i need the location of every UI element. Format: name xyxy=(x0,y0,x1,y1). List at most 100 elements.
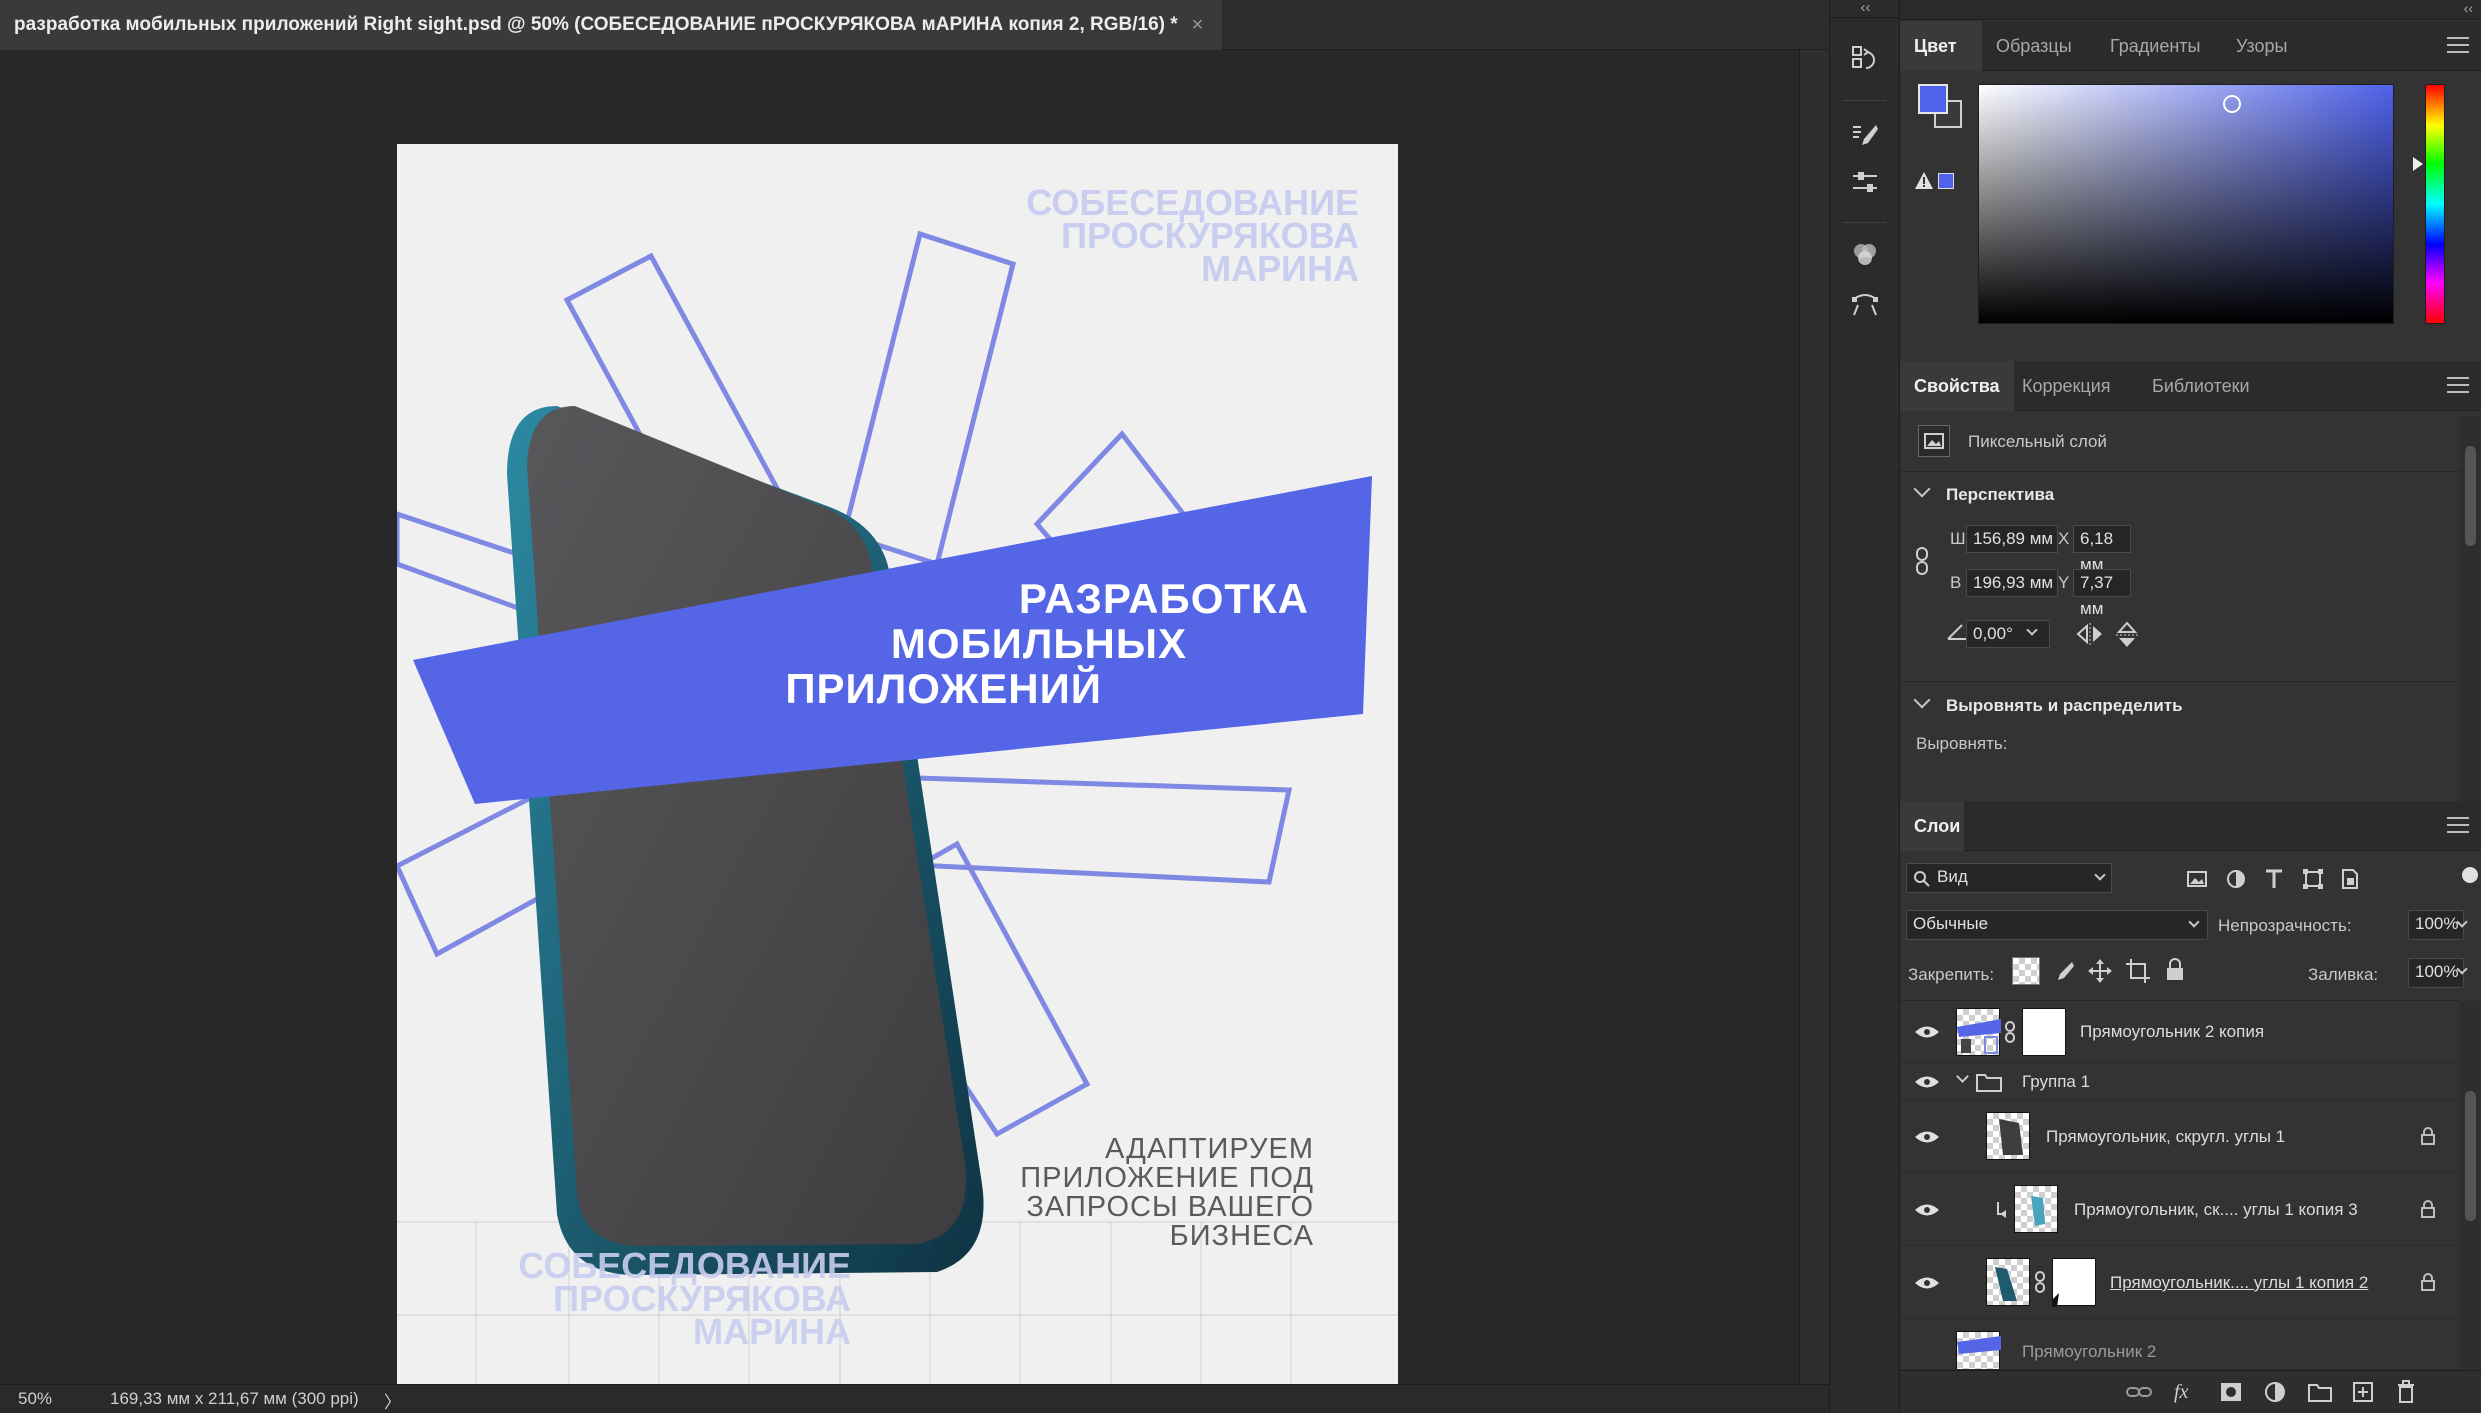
link-proportions-icon[interactable] xyxy=(1914,546,1932,576)
tab-color[interactable]: Цвет xyxy=(1900,21,1982,71)
filter-toggle[interactable] xyxy=(2462,867,2478,891)
filter-pixel-icon[interactable] xyxy=(2186,869,2208,889)
collapse-panels-icon[interactable]: ‹‹ xyxy=(1830,0,1901,18)
canvas-vertical-scrollbar[interactable] xyxy=(1799,50,1829,1384)
layer-mask-thumbnail[interactable] xyxy=(2052,1258,2096,1307)
layers-scrollbar[interactable] xyxy=(2460,1001,2481,1371)
blend-mode-select[interactable]: Обычные xyxy=(1906,910,2208,940)
tab-patterns[interactable]: Узоры xyxy=(2222,21,2301,71)
opacity-field[interactable]: 100% xyxy=(2408,910,2464,940)
panel-menu-icon[interactable] xyxy=(2447,817,2469,833)
close-tab-icon[interactable]: × xyxy=(1192,14,1204,37)
top-name-text: СОБЕСЕДОВАНИЕ ПРОСКУРЯКОВА МАРИНА xyxy=(1026,182,1359,289)
tab-adjustments[interactable]: Коррекция xyxy=(2008,361,2125,411)
x-field[interactable]: 6,18 мм xyxy=(2073,525,2131,574)
lock-position-icon[interactable] xyxy=(2088,959,2112,983)
layer-thumbnail xyxy=(2014,1185,2058,1233)
mask-link-icon[interactable] xyxy=(2004,1021,2016,1043)
filter-adjustment-icon[interactable] xyxy=(2226,869,2246,889)
web-safe-swatch[interactable] xyxy=(1938,173,1954,189)
width-field[interactable]: 156,89 мм xyxy=(1966,525,2058,553)
layer-row[interactable]: Прямоугольник.... углы 1 копия 2 xyxy=(1900,1247,2460,1319)
properties-scrollbar[interactable] xyxy=(2460,416,2481,801)
gamut-warning[interactable] xyxy=(1914,171,1958,191)
filter-type-icon[interactable] xyxy=(2264,868,2284,890)
color-panel-tabs: Цвет Образцы Градиенты Узоры xyxy=(1900,21,2481,71)
layer-row[interactable]: Прямоугольник 2 копия xyxy=(1900,1001,2460,1063)
visibility-eye-icon[interactable] xyxy=(1914,1025,1940,1039)
angle-field[interactable]: 0,00° xyxy=(1966,620,2050,648)
chevron-down-icon[interactable] xyxy=(1913,480,1931,498)
hue-slider[interactable] xyxy=(2425,84,2445,324)
color-spectrum-field[interactable] xyxy=(1978,84,2394,324)
section-perspective[interactable]: Перспектива xyxy=(1946,485,2054,505)
fg-bg-swatches[interactable] xyxy=(1918,84,1966,132)
tab-swatches[interactable]: Образцы xyxy=(1982,21,2086,71)
mask-link-icon[interactable] xyxy=(2034,1271,2046,1293)
layer-name[interactable]: Прямоугольник, скругл. углы 1 xyxy=(2046,1127,2285,1147)
link-layers-icon[interactable] xyxy=(2126,1383,2152,1401)
layer-style-fx-icon[interactable]: fx xyxy=(2172,1381,2198,1403)
burst-rect-5 xyxy=(891,775,1293,885)
collapse-dock-icon[interactable]: ‹‹ xyxy=(2464,0,2473,16)
brush-settings-icon[interactable] xyxy=(1844,115,1886,157)
canvas-area[interactable]: РАЗРАБОТКА МОБИЛЬНЫХ ПРИЛОЖЕНИЙ СОБЕСЕДО… xyxy=(0,50,1799,1393)
panel-menu-icon[interactable] xyxy=(2447,37,2469,53)
height-field[interactable]: 196,93 мм xyxy=(1966,569,2058,597)
channels-icon[interactable] xyxy=(1844,234,1886,276)
scrollbar-thumb[interactable] xyxy=(2465,446,2476,546)
scrollbar-thumb[interactable] xyxy=(2465,1091,2476,1221)
chevron-down-icon[interactable] xyxy=(1913,691,1931,709)
y-field[interactable]: 7,37 мм xyxy=(2073,569,2131,618)
layer-name[interactable]: Группа 1 xyxy=(2022,1072,2090,1092)
lock-all-icon[interactable] xyxy=(2164,958,2186,982)
layer-name[interactable]: Прямоугольник 2 xyxy=(2022,1342,2156,1362)
hue-slider-handle[interactable] xyxy=(2413,157,2423,171)
add-mask-icon[interactable] xyxy=(2220,1382,2242,1402)
history-icon[interactable] xyxy=(1844,38,1886,80)
visibility-eye-icon[interactable] xyxy=(1914,1203,1940,1217)
filter-shape-icon[interactable] xyxy=(2302,868,2324,890)
lock-artboard-icon[interactable] xyxy=(2126,959,2150,983)
new-adjustment-icon[interactable] xyxy=(2264,1381,2286,1403)
layer-filter-select[interactable]: Вид xyxy=(1906,863,2112,893)
section-align[interactable]: Выровнять и распределить xyxy=(1946,696,2183,716)
fill-field[interactable]: 100% xyxy=(2408,958,2464,988)
layer-mask-thumbnail[interactable] xyxy=(2022,1008,2066,1056)
clipping-arrow-icon xyxy=(1997,1202,2006,1218)
layer-group-row[interactable]: Группа 1 xyxy=(1900,1064,2460,1100)
artboard[interactable]: РАЗРАБОТКА МОБИЛЬНЫХ ПРИЛОЖЕНИЙ СОБЕСЕДО… xyxy=(397,144,1398,1393)
new-layer-icon[interactable] xyxy=(2352,1381,2374,1403)
layer-name[interactable]: Прямоугольник 2 копия xyxy=(2080,1022,2264,1042)
visibility-eye-icon[interactable] xyxy=(1914,1075,1940,1089)
tab-gradients[interactable]: Градиенты xyxy=(2096,21,2214,71)
foreground-color-swatch[interactable] xyxy=(1918,84,1948,114)
layer-name[interactable]: Прямоугольник.... углы 1 копия 2 xyxy=(2110,1273,2368,1293)
visibility-eye-icon[interactable] xyxy=(1914,1130,1940,1144)
chevron-down-icon[interactable] xyxy=(1956,1070,1969,1083)
layer-row[interactable]: Прямоугольник 2 xyxy=(1900,1320,2460,1370)
flip-horizontal-icon[interactable] xyxy=(2076,623,2104,645)
delete-layer-icon[interactable] xyxy=(2396,1380,2416,1404)
tagline-line-2: ПРИЛОЖЕНИЕ ПОД xyxy=(1020,1162,1314,1194)
panel-menu-icon[interactable] xyxy=(2447,377,2469,393)
flip-vertical-icon[interactable] xyxy=(2116,621,2138,649)
lock-transparent-icon[interactable] xyxy=(2012,957,2040,985)
status-menu-arrow[interactable]: 〉 xyxy=(384,1388,401,1413)
color-picker-cursor[interactable] xyxy=(2223,95,2241,113)
layers-bottom-toolbar: fx xyxy=(1900,1370,2481,1413)
new-group-icon[interactable] xyxy=(2308,1382,2332,1402)
adjust-brush-icon[interactable] xyxy=(1844,162,1886,204)
zoom-level[interactable]: 50% xyxy=(18,1389,52,1409)
document-tab[interactable]: разработка мобильных приложений Right si… xyxy=(0,0,1222,50)
layer-row[interactable]: Прямоугольник, скругл. углы 1 xyxy=(1900,1101,2460,1173)
filter-smart-object-icon[interactable] xyxy=(2340,868,2360,890)
visibility-eye-icon[interactable] xyxy=(1914,1276,1940,1290)
paths-icon[interactable] xyxy=(1844,283,1886,325)
tab-layers[interactable]: Слои xyxy=(1900,801,1964,851)
tab-properties[interactable]: Свойства xyxy=(1900,361,2014,411)
layer-name[interactable]: Прямоугольник, ск.... углы 1 копия 3 xyxy=(2074,1200,2358,1220)
lock-pixels-icon[interactable] xyxy=(2052,960,2074,982)
layer-row[interactable]: Прямоугольник, ск.... углы 1 копия 3 xyxy=(1900,1174,2460,1246)
tab-libraries[interactable]: Библиотеки xyxy=(2138,361,2264,411)
